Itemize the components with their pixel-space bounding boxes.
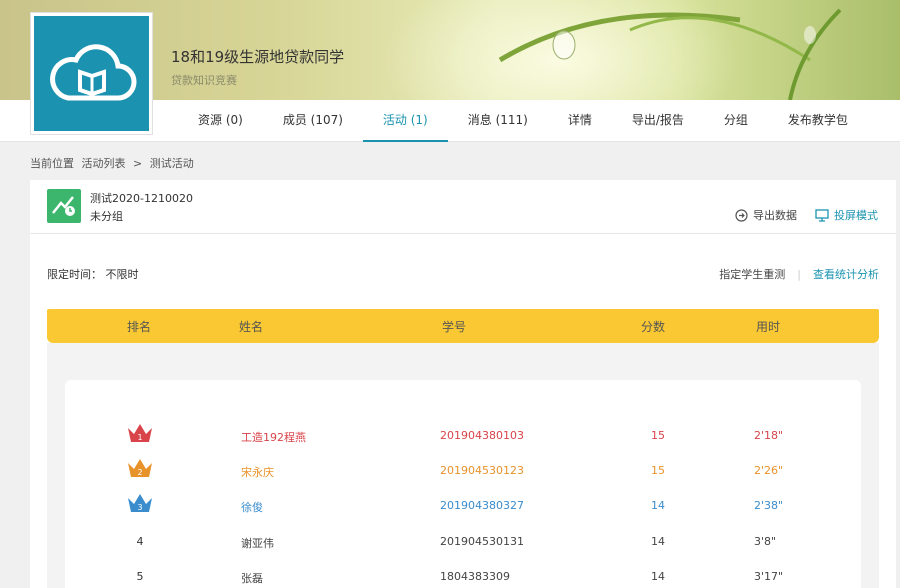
student-score: 14 (651, 570, 665, 583)
crown-icon-orange: 2 (125, 457, 155, 482)
group-subtitle: 贷款知识竞赛 (171, 74, 237, 87)
header-time: 用时 (756, 320, 781, 334)
table-row: 4 谢亚伟 201904530131 14 3'8" (65, 527, 861, 557)
time-limit-text: 限定时间： 不限时 (47, 268, 139, 281)
student-time: 3'17" (754, 570, 784, 583)
crown-icon-blue: 3 (125, 492, 155, 517)
student-time: 2'18" (754, 429, 784, 442)
activity-name: 测试2020-1210020 (90, 192, 193, 205)
student-name: 张磊 (241, 572, 263, 585)
student-score: 15 (651, 429, 665, 442)
activity-group: 未分组 (90, 210, 123, 223)
tab-activities[interactable]: 活动 (1) (362, 100, 448, 142)
table-row: 2 宋永庆 201904530123 15 2'26" (65, 456, 861, 486)
rank-label: 2 (137, 468, 142, 477)
cloud-book-icon (49, 43, 136, 100)
activity-panel: 测试2020-1210020 未分组 导出数据 投屏模式 限定时间： 不限时 指… (30, 180, 896, 588)
breadcrumb: 当前位置 活动列表 > 测试活动 (30, 155, 198, 171)
student-id: 201904530123 (440, 464, 524, 477)
activity-links: 指定学生重测 | 查看统计分析 (719, 266, 879, 282)
student-score: 14 (651, 535, 665, 548)
header-score: 分数 (641, 320, 666, 334)
header-student-id: 学号 (442, 320, 467, 334)
activity-tools: 导出数据 投屏模式 (735, 207, 878, 223)
header-rank: 排名 (127, 320, 152, 334)
tab-resources[interactable]: 资源 (0) (178, 100, 263, 142)
student-name: 宋永庆 (241, 466, 274, 479)
export-icon (735, 208, 748, 222)
group-logo (30, 12, 153, 135)
grass-illustration (498, 8, 842, 100)
table-row: 1 工造192程燕 201904380103 15 2'18" (65, 421, 861, 451)
tab-publish-package[interactable]: 发布教学包 (768, 100, 868, 142)
table-row: 5 张磊 1804383309 14 3'17" (65, 562, 861, 588)
crown-icon-red: 1 (125, 422, 155, 447)
retest-students-link[interactable]: 指定学生重测 (719, 266, 785, 282)
student-time: 2'38" (754, 499, 784, 512)
tab-members[interactable]: 成员 (107) (263, 100, 363, 142)
student-id: 201904530131 (440, 535, 524, 548)
quiz-activity-icon (47, 189, 81, 223)
group-tabs: 资源 (0) 成员 (107) 活动 (1) 消息 (111) 详情 导出/报告… (178, 100, 868, 142)
student-name: 工造192程燕 (241, 431, 306, 444)
export-data-label: 导出数据 (753, 209, 797, 222)
tab-details[interactable]: 详情 (548, 100, 612, 142)
tab-grouping[interactable]: 分组 (704, 100, 768, 142)
breadcrumb-prefix: 当前位置 (30, 157, 74, 170)
view-statistics-link[interactable]: 查看统计分析 (813, 266, 879, 282)
student-time: 3'8" (754, 535, 777, 548)
student-id: 201904380327 (440, 499, 524, 512)
rank-label: 1 (137, 433, 142, 442)
rank-number: 4 (136, 535, 144, 548)
projection-mode-label: 投屏模式 (834, 209, 878, 222)
student-id: 201904380103 (440, 429, 524, 442)
export-data-button[interactable]: 导出数据 (735, 207, 797, 223)
tab-messages[interactable]: 消息 (111) (448, 100, 548, 142)
student-id: 1804383309 (440, 570, 510, 583)
breadcrumb-separator: > (133, 157, 143, 170)
breadcrumb-current: 测试活动 (149, 157, 194, 170)
breadcrumb-parent-link[interactable]: 活动列表 (82, 157, 126, 170)
activity-header: 测试2020-1210020 未分组 导出数据 投屏模式 (30, 180, 896, 234)
rank-label: 3 (137, 503, 142, 512)
ranking-table-header: 排名 姓名 学号 分数 用时 (47, 309, 879, 343)
student-score: 14 (651, 499, 665, 512)
rank-number: 5 (136, 570, 144, 583)
link-separator: | (797, 267, 801, 281)
projection-mode-button[interactable]: 投屏模式 (815, 207, 878, 223)
group-title: 18和19级生源地贷款同学 (171, 48, 345, 66)
student-score: 15 (651, 464, 665, 477)
tab-export-report[interactable]: 导出/报告 (612, 100, 704, 142)
ranking-list: 1 工造192程燕 201904380103 15 2'18" 2 宋永庆 20… (65, 380, 861, 588)
student-name: 谢亚伟 (241, 537, 274, 550)
table-row: 3 徐俊 201904380327 14 2'38" (65, 491, 861, 521)
header-name: 姓名 (239, 320, 264, 334)
student-time: 2'26" (754, 464, 784, 477)
student-name: 徐俊 (241, 501, 263, 514)
monitor-icon (815, 208, 829, 222)
